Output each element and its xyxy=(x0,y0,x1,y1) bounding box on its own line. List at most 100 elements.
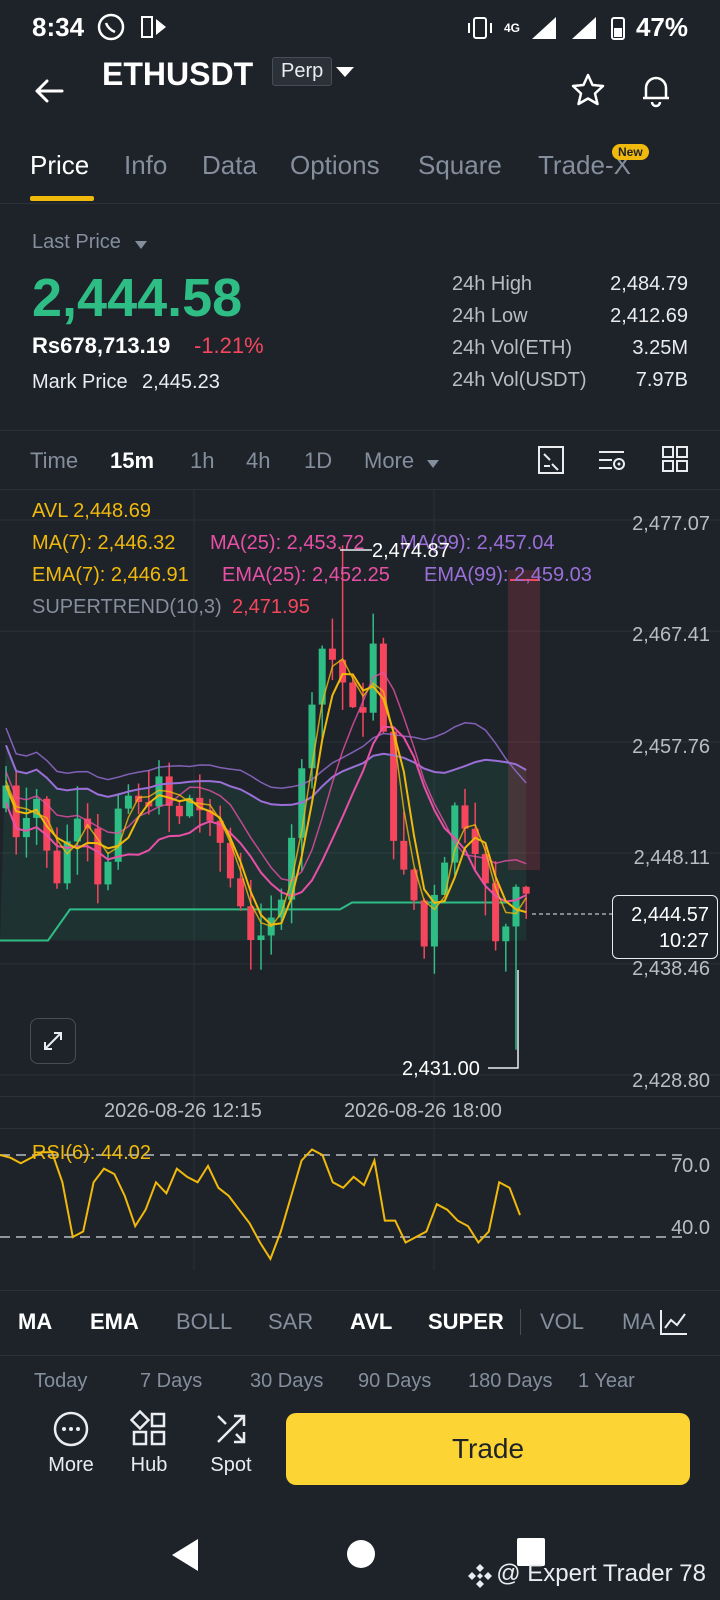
avl-label: AVL 2,448.69 xyxy=(32,500,151,522)
bottom-action-bar: More Hub Spot Trade xyxy=(0,1409,720,1496)
candle-body xyxy=(502,926,510,942)
indicator-settings-icon[interactable] xyxy=(658,1307,690,1342)
y-tick: 2,467.41 xyxy=(632,624,710,646)
ind-tab-ema[interactable]: EMA xyxy=(90,1309,139,1335)
candle-body xyxy=(237,878,245,907)
battery-level: 47% xyxy=(635,12,688,42)
caret-down-icon[interactable] xyxy=(426,456,440,474)
grid-layout-icon[interactable] xyxy=(660,444,690,479)
tab-data[interactable]: Data xyxy=(202,150,257,181)
interval-more[interactable]: More xyxy=(364,448,414,474)
trade-button[interactable]: Trade xyxy=(286,1413,690,1485)
ind-tab-ma-sub[interactable]: MA xyxy=(622,1309,655,1335)
ema7-label: EMA(7): 2,446.91 xyxy=(32,564,189,586)
hub-button[interactable]: Hub xyxy=(114,1409,184,1477)
signal-icon-2 xyxy=(571,16,596,39)
active-tab-underline xyxy=(30,196,94,201)
period-bar: Today 7 Days 30 Days 90 Days 180 Days 1 … xyxy=(0,1358,720,1408)
period-today[interactable]: Today xyxy=(34,1370,87,1393)
vibrate-icon xyxy=(467,16,492,39)
star-icon[interactable] xyxy=(570,72,606,113)
interval-time[interactable]: Time xyxy=(30,448,78,474)
candle-body xyxy=(461,805,469,829)
stat-value: 7.97B xyxy=(635,369,688,391)
nav-home-icon[interactable] xyxy=(346,1539,376,1574)
tab-square[interactable]: Square xyxy=(418,150,502,181)
x-tick: 2026-08-26 18:00 xyxy=(344,1100,502,1122)
interval-1d[interactable]: 1D xyxy=(304,448,332,474)
candle-body xyxy=(175,805,183,817)
ind-tab-sar[interactable]: SAR xyxy=(268,1309,313,1335)
last-price: 2,444.58 xyxy=(32,268,243,328)
network-label: 4G xyxy=(503,20,520,35)
battery-icon xyxy=(610,16,625,40)
pair-title[interactable]: ETHUSDT xyxy=(102,56,253,93)
stat-value: 2,484.79 xyxy=(610,273,688,295)
interval-15m[interactable]: 15m xyxy=(110,448,154,474)
stat-value: 3.25M xyxy=(632,337,688,359)
supertrend-down-zone xyxy=(508,570,540,870)
ind-tab-ma[interactable]: MA xyxy=(18,1309,52,1335)
new-badge: New xyxy=(612,144,649,160)
bell-icon[interactable] xyxy=(638,72,674,113)
low-marker-label: 2,431.00 xyxy=(402,1058,480,1080)
candle-body xyxy=(420,900,428,947)
candle-body xyxy=(522,886,530,894)
section-divider xyxy=(0,430,720,431)
expand-icon xyxy=(44,1032,62,1050)
stat-24h-vol-usdt: 24h Vol(USDT) 7.97B xyxy=(452,369,688,392)
period-180-days[interactable]: 180 Days xyxy=(468,1370,553,1393)
tab-price[interactable]: Price xyxy=(30,150,89,181)
high-marker-label: 2,474.87 xyxy=(372,540,450,562)
tab-info[interactable]: Info xyxy=(124,150,167,181)
ind-tab-super[interactable]: SUPER xyxy=(428,1309,504,1335)
more-label: More xyxy=(48,1454,94,1476)
candle-body xyxy=(492,883,500,942)
stat-label: 24h High xyxy=(452,273,533,295)
ind-tab-avl[interactable]: AVL xyxy=(350,1309,392,1335)
stat-24h-low: 24h Low 2,412.69 xyxy=(452,305,688,328)
period-30-days[interactable]: 30 Days xyxy=(250,1370,323,1393)
stat-label: 24h Vol(USDT) xyxy=(452,369,587,391)
period-7-days[interactable]: 7 Days xyxy=(140,1370,202,1393)
interval-1h[interactable]: 1h xyxy=(190,448,214,474)
more-button[interactable]: More xyxy=(36,1410,106,1477)
back-arrow-icon[interactable] xyxy=(32,74,66,113)
y-tick: 2,448.11 xyxy=(633,847,710,869)
status-right: 4G 47% xyxy=(466,12,688,43)
y-tick: 2,438.46 xyxy=(632,958,710,980)
caret-down-icon[interactable] xyxy=(134,237,148,255)
chevron-down-icon[interactable] xyxy=(334,64,356,85)
perp-badge: Perp xyxy=(272,57,333,86)
stat-label: 24h Low xyxy=(452,305,528,327)
interval-4h[interactable]: 4h xyxy=(246,448,270,474)
rsi-tick: 70.0 xyxy=(671,1155,710,1177)
expand-button[interactable] xyxy=(30,1018,76,1064)
current-price: 2,444.57 xyxy=(631,904,709,926)
price-section: Last Price 2,444.58 Rs678,713.19 -1.21% … xyxy=(0,205,720,430)
candle-body xyxy=(22,817,30,838)
ma7-label: MA(7): 2,446.32 xyxy=(32,532,176,554)
last-price-label[interactable]: Last Price xyxy=(32,231,121,254)
stat-value: 2,412.69 xyxy=(610,305,688,327)
period-1-year[interactable]: 1 Year xyxy=(578,1370,635,1393)
spot-label: Spot xyxy=(210,1454,252,1476)
swap-arrows-icon xyxy=(217,1414,246,1444)
depth-chart-icon[interactable] xyxy=(536,444,566,481)
period-90-days[interactable]: 90 Days xyxy=(358,1370,431,1393)
media-icon xyxy=(140,14,170,45)
candle-body xyxy=(451,805,459,863)
candle-body xyxy=(247,906,255,941)
spot-button[interactable]: Spot xyxy=(196,1410,266,1477)
ind-tab-boll[interactable]: BOLL xyxy=(176,1309,232,1335)
chart-settings-icon[interactable] xyxy=(596,444,628,481)
ema25-label: EMA(25): 2,452.25 xyxy=(222,564,390,586)
candle-body xyxy=(114,808,122,862)
candle-body xyxy=(104,861,112,885)
price-change: -1.21% xyxy=(194,333,264,358)
nav-back-icon[interactable] xyxy=(168,1537,202,1578)
candle-body xyxy=(349,682,357,708)
tab-options[interactable]: Options xyxy=(290,150,380,181)
chart-divider xyxy=(0,1096,720,1097)
ind-tab-vol[interactable]: VOL xyxy=(540,1309,584,1335)
